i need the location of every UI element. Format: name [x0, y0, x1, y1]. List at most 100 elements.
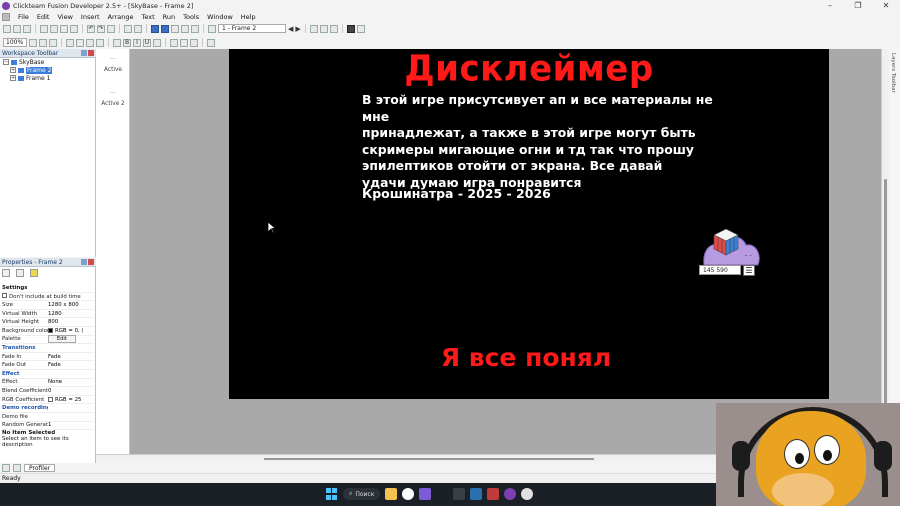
property-value[interactable]: Edit — [48, 335, 94, 344]
checkbox[interactable] — [2, 292, 7, 298]
credit-text[interactable]: Крошинатра - 2025 - 2026 — [362, 186, 551, 201]
property-value[interactable]: Fade — [48, 354, 94, 360]
event-editor-icon[interactable] — [171, 24, 179, 33]
property-value[interactable]: Fade — [48, 362, 94, 368]
cut-icon[interactable] — [40, 24, 48, 33]
layer-icon[interactable] — [96, 38, 104, 47]
layout-icon[interactable] — [329, 24, 338, 33]
bold-icon[interactable]: B — [123, 38, 131, 47]
tab-profiler[interactable]: Profiler — [24, 464, 56, 472]
redo-icon[interactable]: ↷ — [97, 24, 105, 33]
align-right-icon[interactable] — [190, 38, 198, 47]
obs-icon[interactable] — [521, 488, 534, 500]
menu-view[interactable]: View — [53, 13, 76, 21]
zoom-select[interactable]: 100% — [3, 38, 27, 47]
collapse-icon[interactable]: − — [3, 59, 9, 65]
close-icon[interactable] — [88, 259, 94, 265]
data-elements-icon[interactable] — [191, 24, 199, 33]
event-list-icon[interactable] — [181, 24, 189, 33]
run-app-icon[interactable] — [134, 24, 142, 33]
underline-icon[interactable]: U — [143, 38, 151, 47]
recorder-icon[interactable] — [487, 488, 500, 500]
save-icon[interactable] — [23, 24, 31, 33]
align-icon[interactable] — [49, 38, 57, 47]
property-row[interactable]: Fade Out Fade — [2, 361, 94, 370]
property-row[interactable]: Size 1280 x 800 — [2, 301, 94, 310]
clickteam-fusion-icon[interactable] — [504, 488, 517, 500]
about-tab-icon[interactable] — [30, 269, 38, 277]
library-tab-icon[interactable] — [13, 464, 21, 472]
runtime-tab-icon[interactable] — [16, 269, 24, 277]
italic-icon[interactable]: I — [133, 38, 141, 47]
windows-start-icon[interactable] — [326, 488, 338, 500]
library-icon[interactable] — [107, 24, 115, 33]
app-icon[interactable] — [419, 488, 432, 500]
zoom-out-icon[interactable] — [39, 38, 47, 47]
pin-icon[interactable] — [81, 259, 87, 265]
undo-icon[interactable]: ↶ — [87, 24, 95, 33]
color-swatch[interactable] — [48, 397, 53, 403]
frame-select[interactable]: 1 - Frame 2 — [218, 24, 286, 33]
disclaimer-body[interactable]: В этой игре присутсивует ап и все матери… — [362, 92, 722, 191]
tree-node-app[interactable]: − SkyBase — [0, 58, 96, 66]
steam-icon[interactable] — [470, 488, 483, 500]
tree-node-frame-2[interactable]: + Frame 2 — [0, 66, 96, 74]
horizontal-scrollbar[interactable] — [96, 454, 716, 462]
copy-icon[interactable] — [50, 24, 58, 33]
next-frame-icon[interactable]: ▶ — [295, 25, 300, 33]
transform-icon[interactable] — [207, 38, 215, 47]
keyboard-icon[interactable] — [453, 488, 466, 500]
align-left-icon[interactable] — [170, 38, 178, 47]
property-value[interactable]: 1 — [48, 422, 94, 428]
property-row[interactable]: Blend Coefficient 0 — [2, 387, 94, 396]
fullscreen-icon[interactable] — [346, 24, 355, 33]
menu-insert[interactable]: Insert — [77, 13, 104, 21]
property-value[interactable]: 1280 — [48, 311, 94, 317]
property-row[interactable]: Palette Edit — [2, 335, 94, 345]
property-value[interactable]: 1280 x 800 — [48, 302, 94, 308]
workspace-tab-icon[interactable] — [2, 464, 10, 472]
color-swatch[interactable] — [48, 328, 53, 334]
storyboard-icon[interactable] — [151, 24, 159, 33]
layer-item-active[interactable]: Active — [96, 67, 130, 73]
expand-icon[interactable]: + — [10, 67, 16, 73]
window-icon[interactable] — [356, 24, 365, 33]
prev-frame-icon[interactable]: ◀ — [288, 25, 293, 33]
font-icon[interactable] — [113, 38, 121, 47]
menu-edit[interactable]: Edit — [33, 13, 54, 21]
file-explorer-icon[interactable] — [385, 488, 398, 500]
maximize-button[interactable]: ❐ — [844, 1, 872, 10]
yandex-browser-icon[interactable] — [402, 488, 415, 500]
vertical-scrollbar[interactable] — [881, 49, 889, 454]
ungroup-icon[interactable] — [76, 38, 84, 47]
property-value[interactable]: 800 — [48, 319, 94, 325]
pin-icon[interactable] — [81, 50, 87, 56]
scrollbar-thumb[interactable] — [264, 458, 594, 460]
game-frame[interactable]: Дисклеймер В этой игре присутсивует ап и… — [229, 49, 829, 399]
grid-icon[interactable] — [309, 24, 318, 33]
menu-arrange[interactable]: Arrange — [104, 13, 138, 21]
property-value[interactable]: 0 — [48, 388, 94, 394]
taskbar-search[interactable]: ⌕ Поиск — [343, 488, 381, 500]
property-row[interactable]: Random Generator1 — [2, 422, 94, 431]
expand-icon[interactable]: + — [10, 75, 16, 81]
close-button[interactable]: ✕ — [872, 1, 900, 10]
disclaimer-heading[interactable]: Дисклеймер — [229, 49, 829, 90]
property-value[interactable]: RGB = 25 — [48, 397, 94, 403]
property-row[interactable]: Virtual Width 1280 — [2, 310, 94, 319]
paste-icon[interactable] — [60, 24, 68, 33]
property-row[interactable]: Don't include at build time — [2, 292, 94, 302]
property-row[interactable]: Fade In Fade — [2, 353, 94, 362]
align-center-icon[interactable] — [180, 38, 188, 47]
menu-tools[interactable]: Tools — [179, 13, 203, 21]
menu-help[interactable]: Help — [237, 13, 260, 21]
zoom-in-icon[interactable] — [29, 38, 37, 47]
fill-icon[interactable] — [153, 38, 161, 47]
settings-tab-icon[interactable] — [2, 269, 10, 277]
property-value[interactable]: RGB = 0, ( — [48, 328, 94, 334]
close-icon[interactable] — [88, 50, 94, 56]
property-row[interactable]: RGB Coefficient RGB = 25 — [2, 396, 94, 405]
open-icon[interactable] — [13, 24, 21, 33]
back-icon[interactable] — [208, 24, 216, 33]
understood-button[interactable]: Я все понял — [229, 343, 823, 372]
